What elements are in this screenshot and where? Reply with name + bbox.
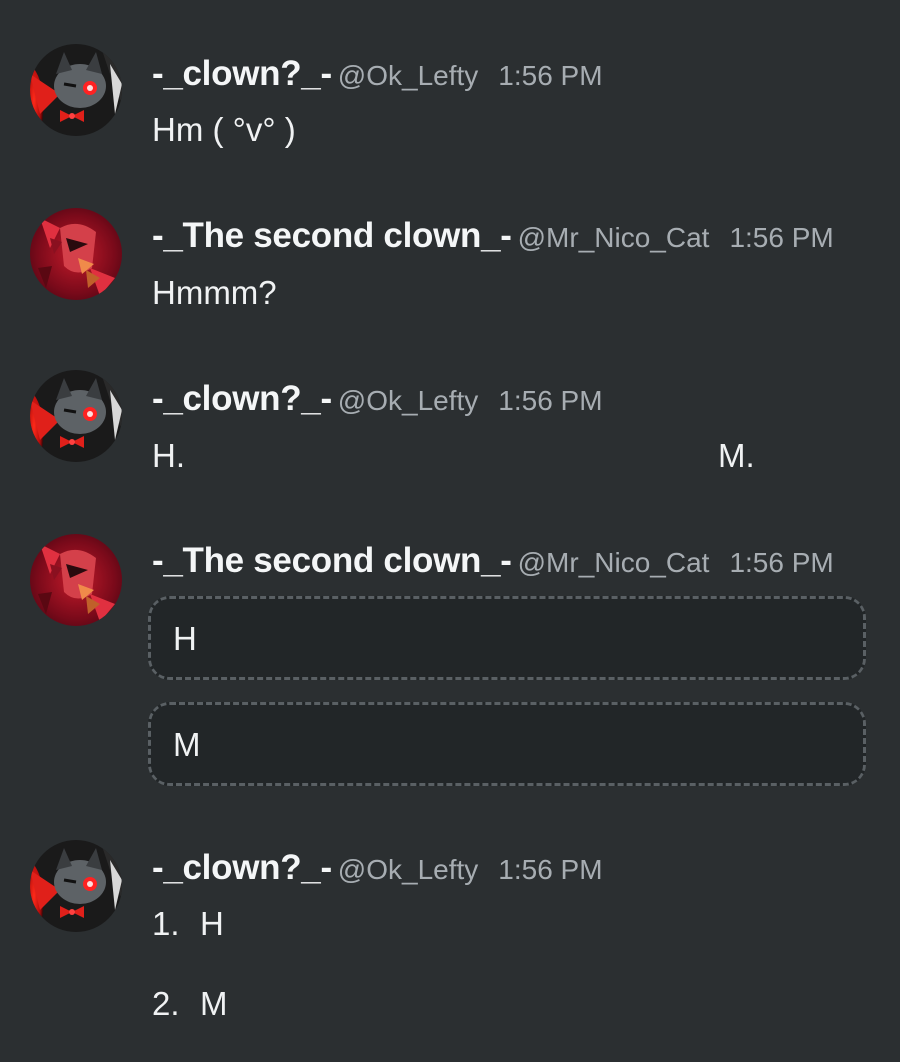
- author-name[interactable]: -_clown?_-: [152, 379, 332, 418]
- timestamp: 1:56 PM: [498, 854, 603, 885]
- clown-cat-avatar-icon: [30, 44, 122, 136]
- message-header: -_clown?_- @Ok_Lefty 1:56 PM: [152, 848, 603, 888]
- message-text: Hmmm?: [152, 274, 277, 311]
- timestamp: 1:56 PM: [498, 385, 603, 416]
- timestamp: 1:56 PM: [729, 547, 834, 578]
- list-item: 1. H: [152, 904, 224, 944]
- list-number: 2.: [152, 985, 180, 1022]
- message-header: -_clown?_- @Ok_Lefty 1:56 PM: [152, 379, 603, 419]
- red-demon-avatar-icon: [30, 208, 122, 300]
- code-block: H: [148, 596, 866, 680]
- author-handle[interactable]: @Ok_Lefty: [338, 385, 478, 416]
- clown-cat-avatar-icon: [30, 840, 122, 932]
- code-block-text: M: [173, 726, 201, 763]
- message-text: Hm ( °v° ): [152, 111, 296, 148]
- code-block: M: [148, 702, 866, 786]
- list-text: M: [200, 985, 228, 1022]
- author-handle[interactable]: @Ok_Lefty: [338, 854, 478, 885]
- code-block-fill: [151, 599, 863, 677]
- list-item: 2. M: [152, 984, 228, 1024]
- timestamp: 1:56 PM: [729, 222, 834, 253]
- user-avatar[interactable]: [30, 44, 122, 136]
- user-avatar[interactable]: [30, 370, 122, 462]
- user-avatar[interactable]: [30, 840, 122, 932]
- red-demon-avatar-icon: [30, 534, 122, 626]
- author-name[interactable]: -_The second clown_-: [152, 216, 512, 255]
- message-header: -_The second clown_- @Mr_Nico_Cat 1:56 PM: [152, 541, 834, 581]
- user-avatar[interactable]: [30, 534, 122, 626]
- author-name[interactable]: -_clown?_-: [152, 848, 332, 887]
- clown-cat-avatar-icon: [30, 370, 122, 462]
- message-header: -_The second clown_- @Mr_Nico_Cat 1:56 PM: [152, 216, 834, 256]
- list-number: 1.: [152, 905, 180, 942]
- message-header: -_clown?_- @Ok_Lefty 1:56 PM: [152, 54, 603, 94]
- author-handle[interactable]: @Ok_Lefty: [338, 60, 478, 91]
- author-name[interactable]: -_The second clown_-: [152, 541, 512, 580]
- code-block-text: H: [173, 620, 197, 657]
- list-text: H: [200, 905, 224, 942]
- timestamp: 1:56 PM: [498, 60, 603, 91]
- message-text: H.: [152, 437, 185, 474]
- message-text: M.: [718, 437, 755, 474]
- author-name[interactable]: -_clown?_-: [152, 54, 332, 93]
- user-avatar[interactable]: [30, 208, 122, 300]
- author-handle[interactable]: @Mr_Nico_Cat: [518, 222, 710, 253]
- author-handle[interactable]: @Mr_Nico_Cat: [518, 547, 710, 578]
- code-block-fill: [151, 705, 863, 783]
